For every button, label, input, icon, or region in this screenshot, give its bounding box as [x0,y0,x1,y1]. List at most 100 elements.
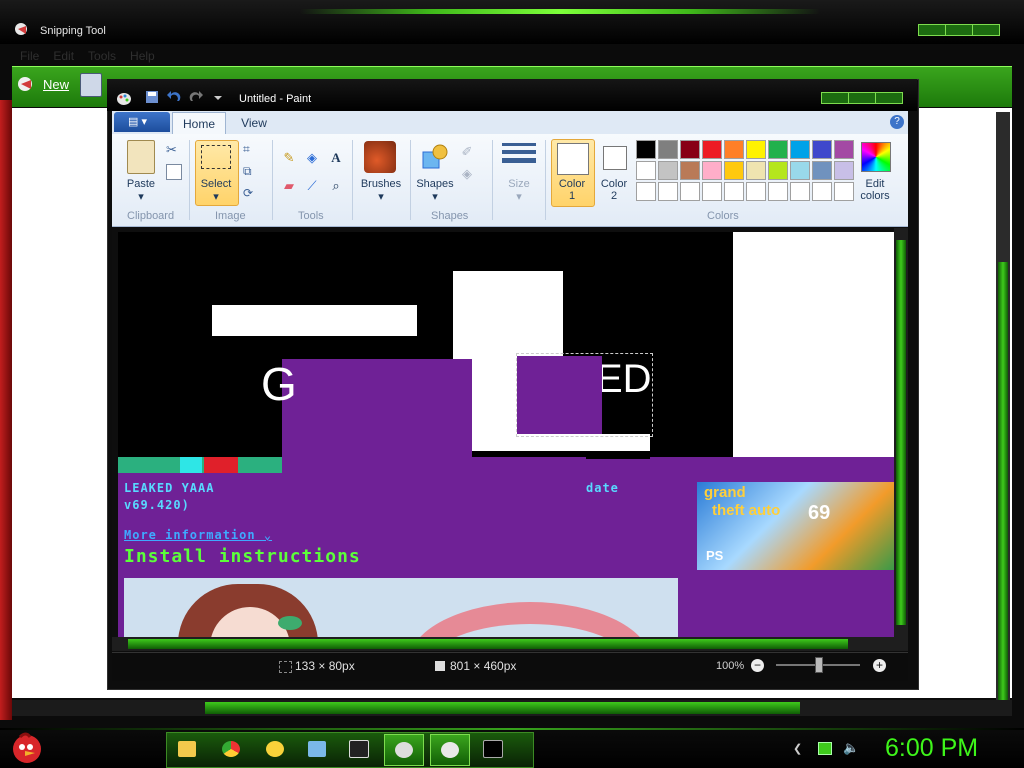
network-icon[interactable] [818,742,832,755]
menu-tools[interactable]: Tools [88,49,116,63]
palette-swatch[interactable] [636,161,656,180]
palette-swatch[interactable] [746,161,766,180]
palette-swatch[interactable] [790,161,810,180]
palette-swatch[interactable] [658,140,678,159]
palette-swatch[interactable] [658,161,678,180]
palette-swatch[interactable] [746,182,766,201]
palette-swatch[interactable] [768,182,788,201]
snipping-tool-titlebar[interactable] [0,0,1024,44]
shapes-button[interactable]: Shapes [413,178,457,190]
color2-button[interactable]: Color 2 [596,178,632,202]
clipboard-icon[interactable] [127,140,155,174]
palette-swatch[interactable] [680,161,700,180]
crop-icon[interactable]: ⌗ [243,142,257,156]
brushes-button[interactable]: Brushes [356,178,406,190]
zoom-out-icon[interactable]: − [751,659,764,672]
taskbar-messenger[interactable] [256,734,294,764]
snipping-window-controls[interactable] [918,24,1000,36]
palette-swatch[interactable] [724,161,744,180]
scissors-icon[interactable]: ✂ [166,142,180,157]
paste-button[interactable]: Paste [124,178,158,190]
volume-icon[interactable]: 🔈 [843,740,859,756]
taskbar-snipping-tool[interactable] [430,734,470,766]
drawing-canvas[interactable]: G ED LEAKED YAAA v69.420) date More info… [118,232,894,637]
paint-window-controls[interactable] [821,92,903,104]
help-icon[interactable]: ? [890,115,904,129]
brushes-dropdown-icon[interactable]: ▾ [356,190,406,203]
maximize-button[interactable] [848,92,876,104]
redo-icon[interactable] [188,90,204,104]
size-icon[interactable] [502,143,536,173]
maximize-button[interactable] [945,24,973,36]
palette-swatch[interactable] [746,140,766,159]
snip-vertical-scroll-thumb[interactable] [998,262,1008,702]
palette-swatch[interactable] [702,140,722,159]
new-snip-icon[interactable] [16,74,38,96]
close-button[interactable] [972,24,1000,36]
save-icon[interactable] [80,73,102,97]
fill-icon[interactable]: ◈ [458,165,476,183]
fill-bucket-icon[interactable]: ◈ [303,149,321,167]
palette-swatch[interactable] [658,182,678,201]
palette-swatch[interactable] [812,140,832,159]
palette-swatch[interactable] [702,182,722,201]
resize-icon[interactable]: ⧉ [243,164,257,178]
minimize-button[interactable] [821,92,849,104]
tab-view[interactable]: View [230,112,278,134]
close-button[interactable] [875,92,903,104]
palette-swatch[interactable] [834,140,854,159]
palette-swatch[interactable] [834,161,854,180]
palette-swatch[interactable] [680,140,700,159]
paint-app-icon[interactable] [116,92,132,106]
palette-swatch[interactable] [790,182,810,201]
outline-icon[interactable]: ✐ [458,143,476,161]
customize-dropdown-icon[interactable] [210,90,226,104]
taskbar-media[interactable] [298,734,336,764]
zoom-slider-thumb[interactable] [815,657,823,673]
menu-edit[interactable]: Edit [53,49,74,63]
palette-swatch[interactable] [812,161,832,180]
rotate-icon[interactable]: ⟳ [243,186,257,200]
zoom-in-icon[interactable]: + [873,659,886,672]
minimize-button[interactable] [918,24,946,36]
paste-dropdown-icon[interactable]: ▾ [124,190,158,203]
palette-swatch[interactable] [724,182,744,201]
edit-colors-icon[interactable] [861,142,891,172]
palette-swatch[interactable] [702,161,722,180]
taskbar-chrome[interactable] [212,734,250,764]
start-button-angry-bird-icon[interactable] [8,729,46,765]
menu-file[interactable]: File [20,49,39,63]
brushes-icon[interactable] [364,141,396,173]
undo-icon[interactable] [166,90,182,104]
snip-horizontal-scroll-thumb[interactable] [205,702,800,714]
magnifier-icon[interactable]: ⌕ [327,177,345,195]
palette-swatch[interactable] [768,140,788,159]
text-tool-icon[interactable]: A [327,149,345,167]
palette-swatch[interactable] [724,140,744,159]
taskbar-command-prompt[interactable] [474,734,512,764]
taskbar-explorer[interactable] [168,734,206,764]
shapes-icon[interactable] [420,142,450,172]
palette-swatch[interactable] [812,182,832,201]
show-hidden-icons-chevron-icon[interactable]: ❮ [793,742,802,755]
color-picker-icon[interactable]: ⟋ [303,177,321,195]
menu-help[interactable]: Help [130,49,155,63]
palette-swatch[interactable] [636,182,656,201]
taskbar-clock[interactable]: 6:00 PM [885,734,978,763]
copy-icon[interactable] [166,164,182,180]
new-snip-button[interactable]: New [43,77,69,92]
palette-swatch[interactable] [834,182,854,201]
taskbar-paint[interactable] [384,734,424,766]
selection-rectangle[interactable] [516,353,653,437]
canvas-vertical-scroll-thumb[interactable] [896,240,906,625]
taskbar-7zip[interactable] [340,734,378,764]
paint-titlebar[interactable] [107,79,917,111]
shapes-dropdown-icon[interactable]: ▾ [413,190,457,203]
canvas-horizontal-scroll-thumb[interactable] [128,639,848,649]
palette-swatch[interactable] [790,140,810,159]
palette-swatch[interactable] [636,140,656,159]
tab-home[interactable]: Home [172,112,226,135]
paint-menu-button[interactable] [114,112,170,132]
size-dropdown-icon[interactable]: ▾ [500,190,538,203]
palette-swatch[interactable] [768,161,788,180]
